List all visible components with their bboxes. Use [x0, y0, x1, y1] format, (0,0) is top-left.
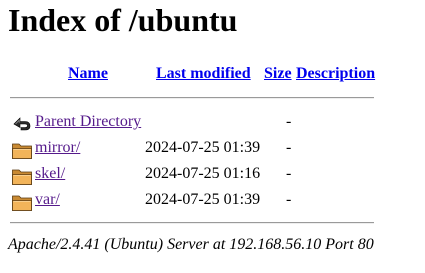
skel-folder-link[interactable]: skel/ — [35, 165, 65, 183]
table-row-parent-directory: Parent Directory - — [0, 113, 425, 135]
row-last-modified: 2024-07-25 01:39 — [145, 191, 261, 208]
folder-icon — [12, 195, 32, 211]
table-row-mirror: mirror/ 2024-07-25 01:39 - — [0, 139, 425, 161]
footer-divider — [10, 222, 374, 224]
folder-icon — [12, 143, 32, 159]
table-row-skel: skel/ 2024-07-25 01:16 - — [0, 165, 425, 187]
sort-by-name-link[interactable]: Name — [68, 65, 108, 83]
sort-by-description-link[interactable]: Description — [296, 65, 375, 83]
table-row-var: var/ 2024-07-25 01:39 - — [0, 191, 425, 213]
row-size: - — [286, 191, 292, 208]
folder-icon — [12, 169, 32, 185]
row-size: - — [286, 113, 292, 130]
server-signature: Apache/2.4.41 (Ubuntu) Server at 192.168… — [8, 236, 374, 253]
var-folder-link[interactable]: var/ — [35, 191, 60, 209]
row-last-modified: 2024-07-25 01:39 — [145, 139, 261, 156]
mirror-folder-link[interactable]: mirror/ — [35, 139, 80, 157]
back-icon — [13, 117, 31, 131]
row-size: - — [286, 165, 292, 182]
header-divider — [10, 97, 374, 99]
page-title: Index of /ubuntu — [8, 2, 238, 38]
sort-by-size-link[interactable]: Size — [264, 65, 292, 83]
parent-directory-link[interactable]: Parent Directory — [35, 113, 141, 131]
row-last-modified: 2024-07-25 01:16 — [145, 165, 261, 182]
sort-by-last-modified-link[interactable]: Last modified — [156, 65, 251, 83]
row-size: - — [286, 139, 292, 156]
